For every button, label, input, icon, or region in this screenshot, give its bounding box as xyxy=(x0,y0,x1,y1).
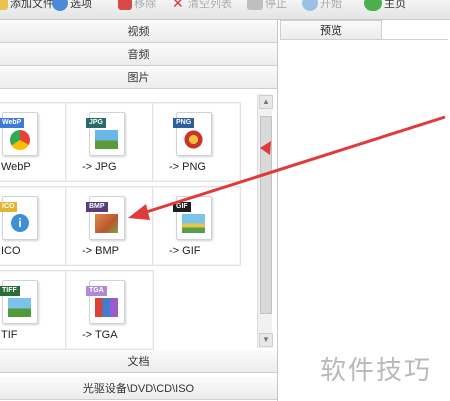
scroll-down-icon[interactable]: ▼ xyxy=(259,333,273,347)
toolbar-add-file-button[interactable]: 添加文件 xyxy=(0,0,54,12)
remove-icon xyxy=(118,0,132,10)
bmp-file-icon: BMP xyxy=(86,196,125,240)
tga-file-icon: TGA xyxy=(86,280,125,324)
category-audio[interactable]: 音频 xyxy=(0,43,277,66)
ico-file-icon: ICO i xyxy=(0,196,38,240)
format-tile-tga[interactable]: TGA -> TGA xyxy=(65,270,154,350)
toolbar-home-button[interactable]: 主页 xyxy=(364,0,406,12)
format-tile-gif[interactable]: GIF -> GIF xyxy=(152,186,241,266)
add-folder-icon xyxy=(0,0,8,10)
format-tile-tif[interactable]: TIFF TIF xyxy=(0,270,67,350)
format-grid: WebP WebP JPG -> JPG PNG -> PNG ICO i IC… xyxy=(0,92,255,350)
options-icon xyxy=(52,0,68,11)
stop-icon xyxy=(247,0,263,10)
preview-divider xyxy=(280,39,448,40)
toolbar-clear-list-button[interactable]: ✕ 清空列表 xyxy=(172,0,232,12)
gif-file-icon: GIF xyxy=(173,196,212,240)
tab-preview[interactable]: 预览 xyxy=(280,20,382,40)
category-document[interactable]: 文档 xyxy=(0,350,277,373)
category-panel: 视频 音频 图片 WebP WebP JPG -> JPG PNG -> PNG xyxy=(0,20,278,401)
format-tile-jpg[interactable]: JPG -> JPG xyxy=(65,102,154,182)
start-icon xyxy=(302,0,318,11)
format-tile-webp[interactable]: WebP WebP xyxy=(0,102,67,182)
scrollbar-thumb[interactable] xyxy=(260,116,272,314)
watermark: 软件技巧 xyxy=(320,356,433,386)
toolbar-options-button[interactable]: 选项 xyxy=(52,0,92,12)
format-tile-png[interactable]: PNG -> PNG xyxy=(152,102,241,182)
toolbar: 添加文件 选项 移除 ✕ 清空列表 停止 开始 主页 xyxy=(0,0,450,20)
category-optical[interactable]: 光驱设备\DVD\CD\ISO xyxy=(0,377,277,400)
webp-file-icon: WebP xyxy=(0,112,38,156)
preview-panel: 预览 xyxy=(278,20,450,401)
toolbar-stop-button[interactable]: 停止 xyxy=(247,0,287,12)
format-grid-scrollbar[interactable]: ▲ ▼ xyxy=(257,94,273,348)
format-tile-bmp[interactable]: BMP -> BMP xyxy=(65,186,154,266)
category-video[interactable]: 视频 xyxy=(0,20,277,43)
home-icon xyxy=(364,0,382,11)
toolbar-remove-button[interactable]: 移除 xyxy=(118,0,156,12)
png-file-icon: PNG xyxy=(173,112,212,156)
tif-file-icon: TIFF xyxy=(0,280,38,324)
toolbar-start-button[interactable]: 开始 xyxy=(302,0,342,12)
format-tile-ico[interactable]: ICO i ICO xyxy=(0,186,67,266)
clear-icon: ✕ xyxy=(172,0,184,11)
scroll-up-icon[interactable]: ▲ xyxy=(259,95,273,109)
category-image[interactable]: 图片 xyxy=(0,66,277,89)
jpg-file-icon: JPG xyxy=(86,112,125,156)
